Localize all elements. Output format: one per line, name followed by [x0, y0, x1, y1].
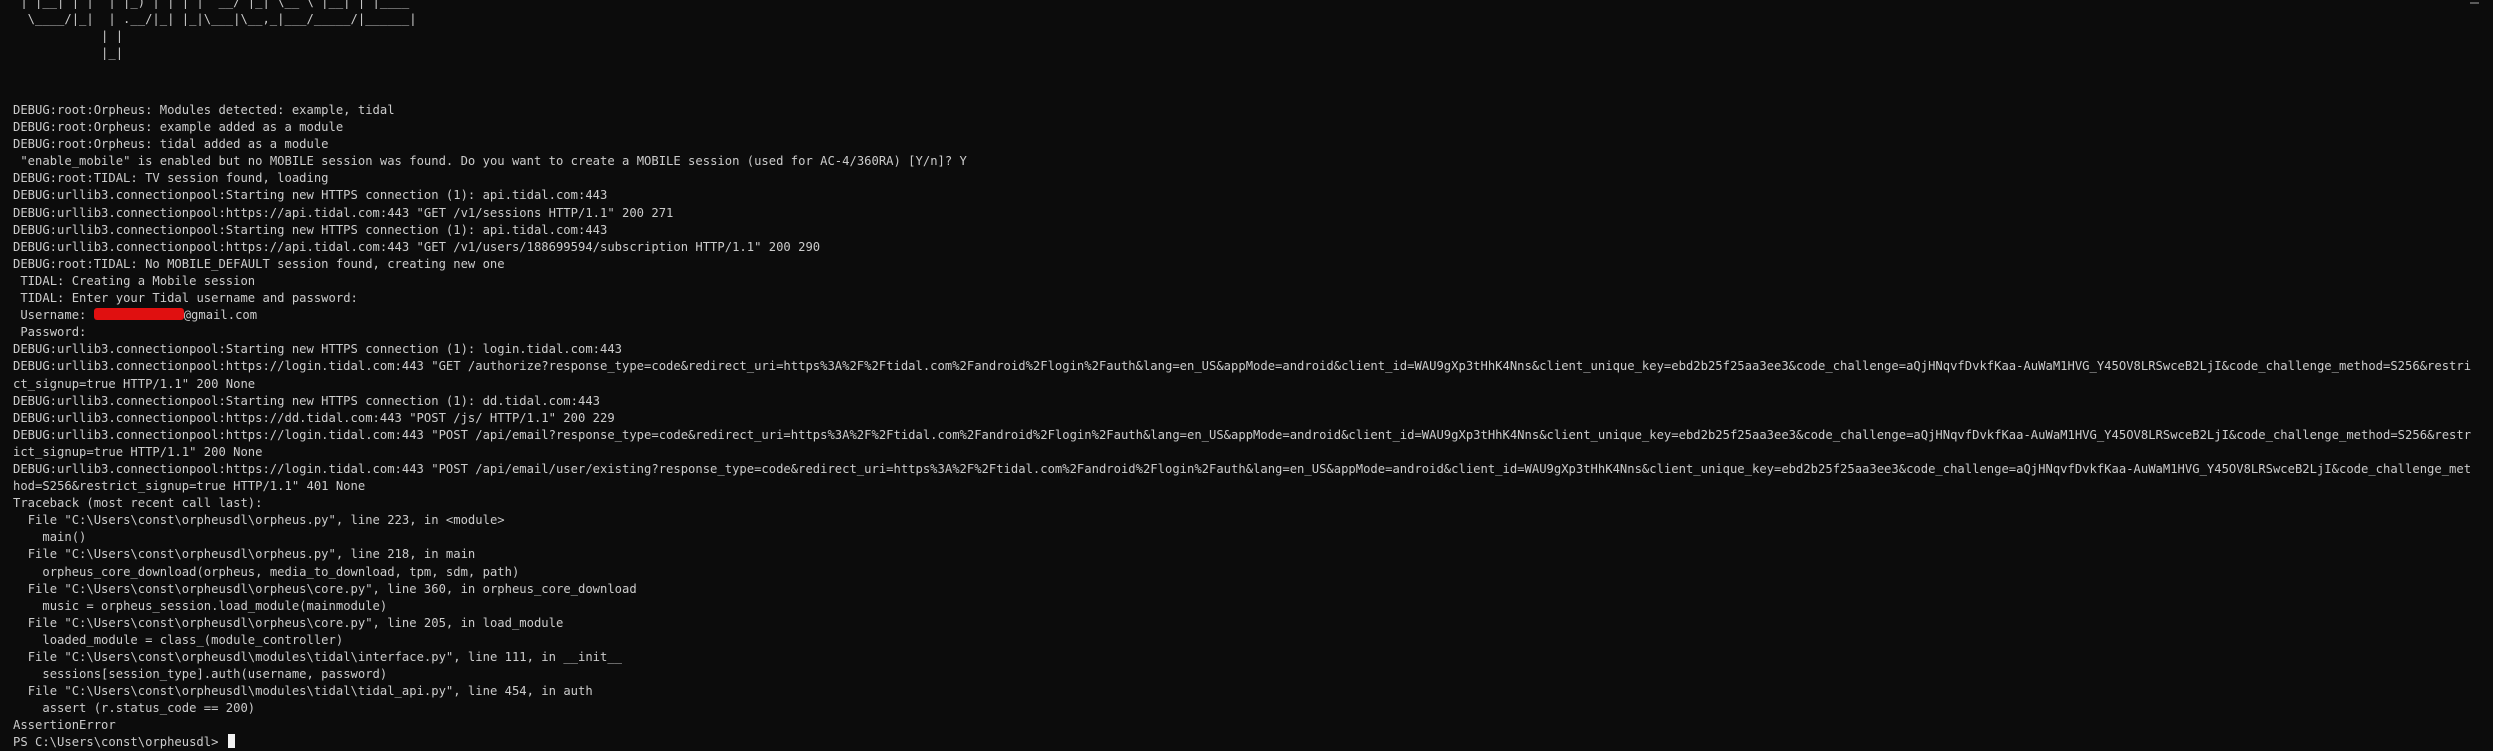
terminal-output: DEBUG:root:Orpheus: Modules detected: ex…: [13, 102, 2478, 751]
log-line: DEBUG:root:TIDAL: TV session found, load…: [13, 171, 329, 186]
username-line: Username: @gmail.com: [13, 307, 2478, 324]
log-line: DEBUG:urllib3.connectionpool:Starting ne…: [13, 342, 623, 357]
log-line: DEBUG:root:Orpheus: Modules detected: ex…: [13, 103, 395, 117]
log-line: DEBUG:urllib3.connectionpool:Starting ne…: [13, 222, 608, 237]
terminal-window[interactable]: | |__| | | | |_) | | | | __/ |_| \__ \ |…: [0, 0, 2493, 751]
log-line: sessions[session_type].auth(username, pa…: [13, 667, 388, 682]
username-prompt: Username:: [13, 308, 94, 323]
log-line: DEBUG:urllib3.connectionpool:https://api…: [13, 205, 674, 220]
username-domain: @gmail.com: [183, 308, 258, 323]
prompt-text: PS C:\Users\const\orpheusdl>: [13, 735, 226, 750]
log-line: DEBUG:urllib3.connectionpool:https://log…: [13, 427, 2472, 459]
log-section-1: DEBUG:root:Orpheus: Modules detected: ex…: [13, 102, 2478, 307]
log-section-2: Password: DEBUG:urllib3.connectionpool:St…: [13, 324, 2478, 734]
log-line: DEBUG:root:Orpheus: example added as a m…: [13, 120, 344, 135]
log-line: DEBUG:root:Orpheus: tidal added as a mod…: [13, 137, 329, 152]
log-line: DEBUG:urllib3.connectionpool:Starting ne…: [13, 393, 600, 408]
log-line: TIDAL: Enter your Tidal username and pas…: [13, 291, 358, 306]
log-line: assert (r.status_code == 200): [13, 701, 256, 716]
log-line: File "C:\Users\const\orpheusdl\modules\t…: [13, 650, 623, 664]
log-line: DEBUG:urllib3.connectionpool:https://log…: [13, 461, 2472, 494]
log-line: DEBUG:root:TIDAL: No MOBILE_DEFAULT sess…: [13, 256, 505, 271]
ascii-banner: | |__| | | | |_) | | | | __/ |_| \__ \ |…: [20, 0, 417, 61]
redacted-username: [93, 308, 184, 321]
scrollbar-thumb[interactable]: [2470, 2, 2479, 4]
log-line: DEBUG:urllib3.connectionpool:https://dd.…: [13, 410, 615, 425]
log-line: DEBUG:urllib3.connectionpool:https://api…: [13, 239, 821, 254]
log-line: DEBUG:urllib3.connectionpool:https://log…: [13, 359, 2472, 391]
log-line: loaded_module = class_(module_controller…: [13, 632, 344, 647]
log-line: Password:: [13, 325, 87, 340]
log-line: Traceback (most recent call last):: [13, 496, 263, 511]
command-prompt-line[interactable]: PS C:\Users\const\orpheusdl>: [13, 734, 2478, 751]
log-line: "enable_mobile" is enabled but no MOBILE…: [13, 154, 967, 169]
log-line: orpheus_core_download(orpheus, media_to_…: [13, 564, 520, 579]
log-line: File "C:\Users\const\orpheusdl\orpheus.p…: [13, 513, 505, 528]
log-line: music = orpheus_session.load_module(main…: [13, 598, 388, 613]
log-line: DEBUG:urllib3.connectionpool:Starting ne…: [13, 188, 608, 203]
log-line: File "C:\Users\const\orpheusdl\orpheus\c…: [13, 615, 564, 630]
log-line: AssertionError: [13, 718, 116, 733]
log-line: File "C:\Users\const\orpheusdl\orpheus\c…: [13, 581, 637, 596]
log-line: TIDAL: Creating a Mobile session: [13, 273, 256, 288]
text-cursor: [227, 734, 235, 749]
log-line: main(): [13, 530, 87, 545]
log-line: File "C:\Users\const\orpheusdl\modules\t…: [13, 684, 593, 699]
log-line: File "C:\Users\const\orpheusdl\orpheus.p…: [13, 547, 476, 562]
